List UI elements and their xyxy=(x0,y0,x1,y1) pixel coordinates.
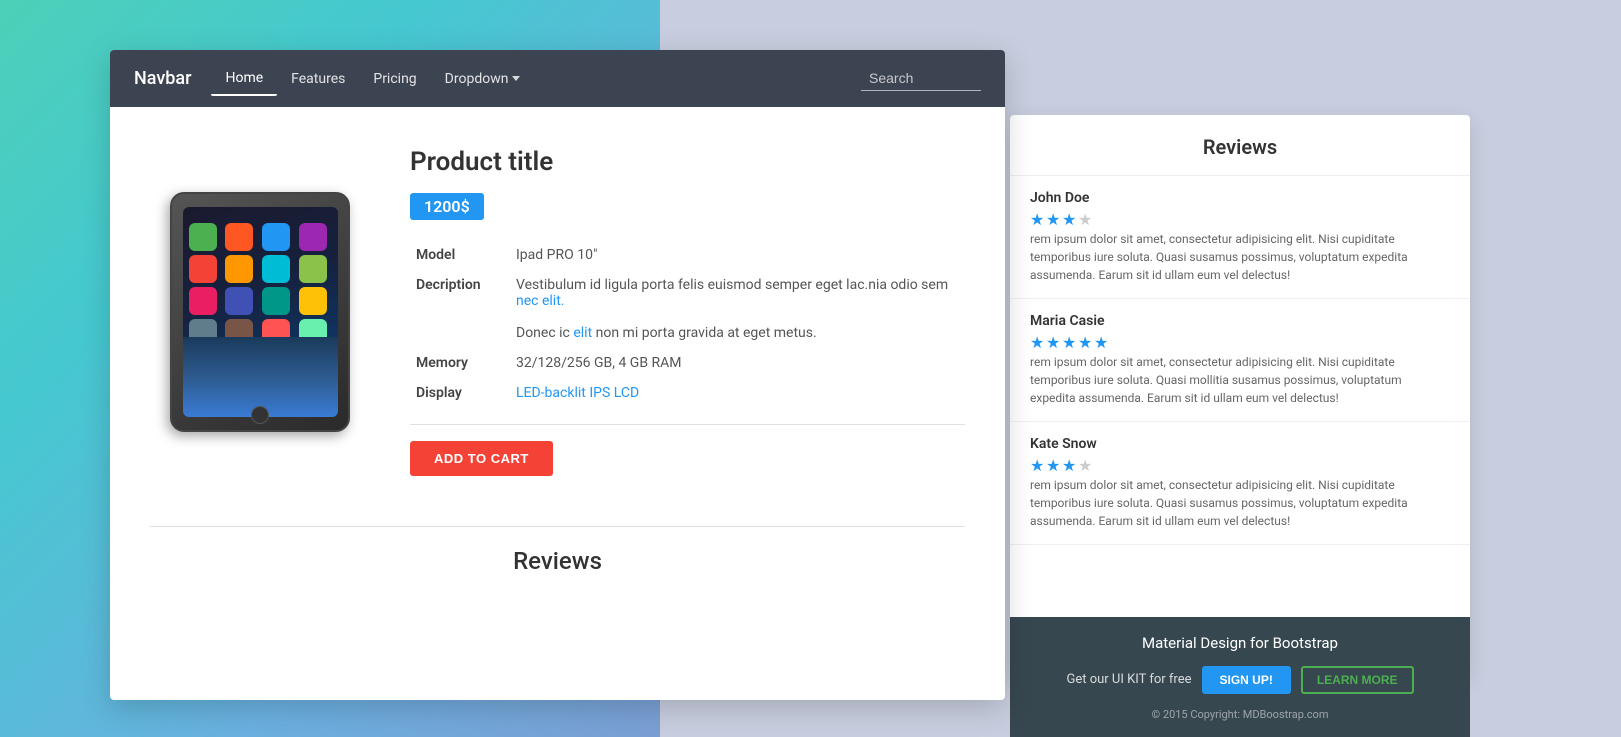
star-filled: ★ xyxy=(1062,333,1076,347)
app-icon xyxy=(262,255,290,283)
reviews-section-title: Reviews xyxy=(150,547,965,575)
nav-link-home[interactable]: Home xyxy=(211,62,277,96)
main-product-card: Navbar Home Features Pricing Dropdown xyxy=(110,50,1005,700)
ipad-home-button xyxy=(251,406,269,424)
spec-description: Decription Vestibulum id ligula porta fe… xyxy=(410,270,965,348)
reviewer-name-2: Kate Snow xyxy=(1030,436,1450,452)
search-wrap xyxy=(861,66,981,91)
app-icon xyxy=(189,287,217,315)
spec-model-label: Model xyxy=(410,240,510,270)
cta-get-kit-text: Get our UI KIT for free xyxy=(1066,672,1191,687)
app-icon xyxy=(225,223,253,251)
section-divider xyxy=(150,526,965,527)
nav-link-pricing[interactable]: Pricing xyxy=(359,63,430,95)
app-icon xyxy=(225,255,253,283)
product-info: Product title 1200$ Model Ipad PRO 10" D… xyxy=(410,147,965,476)
review-item-1: Maria Casie ★ ★ ★ ★ ★ rem ipsum dolor si… xyxy=(1010,299,1470,422)
app-icon xyxy=(189,223,217,251)
nav-link-features[interactable]: Features xyxy=(277,63,359,95)
app-icon xyxy=(299,223,327,251)
cta-learn-button[interactable]: LEARN MORE xyxy=(1301,666,1414,694)
review-item-0: John Doe ★ ★ ★ ★ rem ipsum dolor sit ame… xyxy=(1010,176,1470,299)
price-badge: 1200$ xyxy=(410,193,484,220)
star-filled: ★ xyxy=(1094,333,1108,347)
app-icon xyxy=(262,287,290,315)
spec-desc-link2[interactable]: elit xyxy=(573,325,592,341)
back-card-reviews-title: Reviews xyxy=(1010,115,1470,176)
chevron-down-icon xyxy=(512,76,520,81)
cta-footer: Material Design for Bootstrap Get our UI… xyxy=(1010,617,1470,737)
star-filled: ★ xyxy=(1030,456,1044,470)
cta-title: Material Design for Bootstrap xyxy=(1142,634,1338,652)
nav-links: Home Features Pricing Dropdown xyxy=(211,62,534,96)
spec-model-value: Ipad PRO 10" xyxy=(510,240,965,270)
spec-desc-link1[interactable]: nec elit. xyxy=(516,293,564,309)
reviewer-name-1: Maria Casie xyxy=(1030,313,1450,329)
product-specs: Model Ipad PRO 10" Decription Vestibulum… xyxy=(410,240,965,408)
star-filled: ★ xyxy=(1062,210,1076,224)
star-filled: ★ xyxy=(1030,333,1044,347)
star-filled: ★ xyxy=(1046,456,1060,470)
star-filled: ★ xyxy=(1062,456,1076,470)
stars-1: ★ ★ ★ ★ ★ xyxy=(1030,333,1450,347)
star-filled: ★ xyxy=(1046,333,1060,347)
app-icon xyxy=(262,223,290,251)
cta-copyright: © 2015 Copyright: MDBoostrap.com xyxy=(1152,708,1329,721)
spec-memory-value: 32/128/256 GB, 4 GB RAM xyxy=(510,348,965,378)
app-icon xyxy=(299,255,327,283)
app-icon xyxy=(299,287,327,315)
product-image xyxy=(170,192,350,432)
review-text-1: rem ipsum dolor sit amet, consectetur ad… xyxy=(1030,353,1450,407)
app-grid xyxy=(183,207,338,353)
ipad-screen xyxy=(183,207,338,417)
stars-0: ★ ★ ★ ★ xyxy=(1030,210,1450,224)
spec-display-value: LED-backlit IPS LCD xyxy=(510,378,965,408)
app-icon xyxy=(189,255,217,283)
spec-memory-label: Memory xyxy=(410,348,510,378)
star-filled: ★ xyxy=(1078,333,1092,347)
product-area: Product title 1200$ Model Ipad PRO 10" D… xyxy=(110,107,1005,506)
ipad-wallpaper xyxy=(183,337,338,417)
nav-link-dropdown[interactable]: Dropdown xyxy=(431,63,535,95)
spec-desc-value: Vestibulum id ligula porta felis euismod… xyxy=(510,270,965,348)
reviews-section: Reviews xyxy=(110,506,1005,595)
review-text-2: rem ipsum dolor sit amet, consectetur ad… xyxy=(1030,476,1450,530)
spec-display-label: Display xyxy=(410,378,510,408)
app-icon xyxy=(225,287,253,315)
search-input[interactable] xyxy=(861,66,981,91)
reviewer-name-0: John Doe xyxy=(1030,190,1450,206)
spec-display: Display LED-backlit IPS LCD xyxy=(410,378,965,408)
star-filled: ★ xyxy=(1046,210,1060,224)
review-text-0: rem ipsum dolor sit amet, consectetur ad… xyxy=(1030,230,1450,284)
navbar: Navbar Home Features Pricing Dropdown xyxy=(110,50,1005,107)
product-title: Product title xyxy=(410,147,965,177)
spec-display-link[interactable]: LED-backlit IPS LCD xyxy=(516,385,639,401)
spec-memory: Memory 32/128/256 GB, 4 GB RAM xyxy=(410,348,965,378)
cta-buttons: Get our UI KIT for free SIGN UP! LEARN M… xyxy=(1066,666,1413,694)
product-image-wrap xyxy=(150,147,370,476)
spec-model: Model Ipad PRO 10" xyxy=(410,240,965,270)
cta-signup-button[interactable]: SIGN UP! xyxy=(1202,666,1291,694)
spec-divider xyxy=(410,424,965,425)
back-card: Reviews John Doe ★ ★ ★ ★ rem ipsum dolor… xyxy=(1010,115,1470,675)
stars-2: ★ ★ ★ ★ xyxy=(1030,456,1450,470)
review-item-2: Kate Snow ★ ★ ★ ★ rem ipsum dolor sit am… xyxy=(1010,422,1470,545)
star-filled: ★ xyxy=(1030,210,1044,224)
add-to-cart-button[interactable]: ADD TO CART xyxy=(410,441,553,476)
star-empty: ★ xyxy=(1078,456,1092,470)
navbar-brand: Navbar xyxy=(134,68,191,89)
star-empty: ★ xyxy=(1078,210,1092,224)
spec-desc-label: Decription xyxy=(410,270,510,348)
